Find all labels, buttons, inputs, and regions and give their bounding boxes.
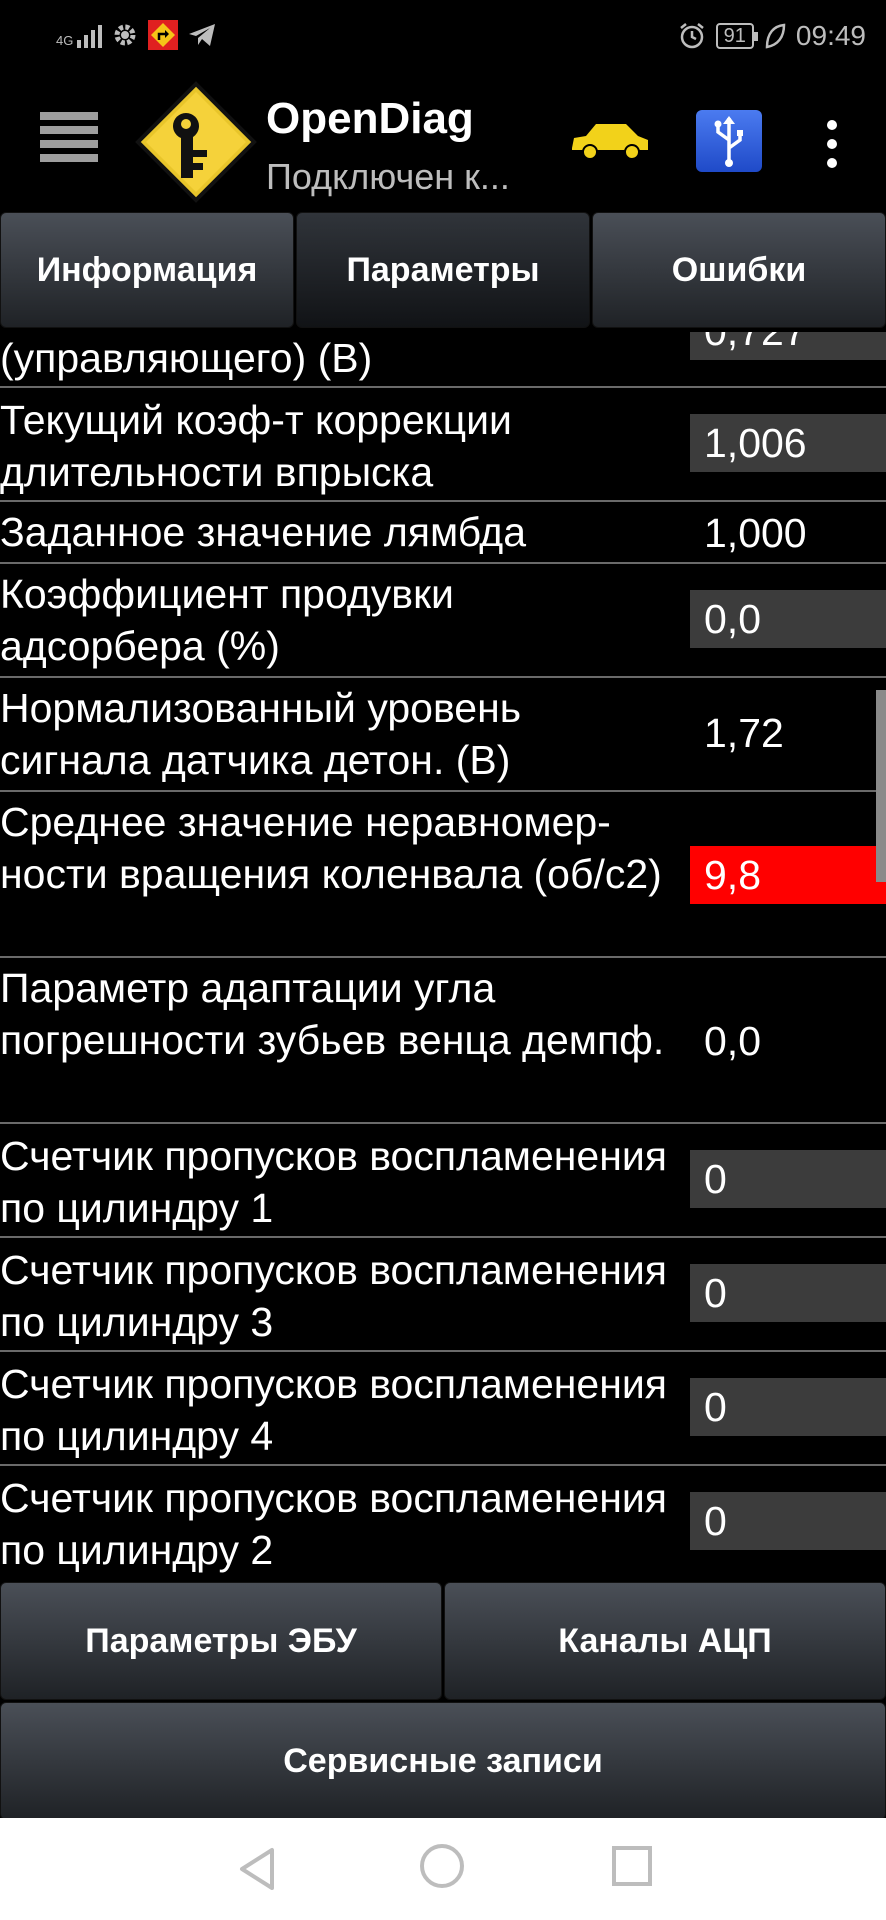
- parameter-value: 0,0: [690, 590, 886, 648]
- list-item: Счетчик пропусков воспламенения по цилин…: [0, 1238, 886, 1352]
- clock: 09:49: [795, 20, 866, 51]
- parameter-value: 0: [690, 1264, 886, 1322]
- tab-errors[interactable]: Ошибки: [592, 212, 886, 328]
- list-item: Заданное значение лямбда 1,000: [0, 502, 886, 564]
- list-item: Среднее значение неравномер-ности вращен…: [0, 792, 886, 958]
- app-bar: OpenDiag Подключен к...: [0, 76, 886, 210]
- parameter-label: Счетчик пропусков воспламенения по цилин…: [0, 1133, 667, 1231]
- list-item: Нормализованный уровень сигнала датчика …: [0, 678, 886, 792]
- gear-icon: [114, 24, 136, 46]
- parameter-list[interactable]: (управляющего) (В) 0,727 Текущий коэф-т …: [0, 332, 886, 1576]
- nav-home-icon[interactable]: [420, 1844, 464, 1888]
- system-nav-bar: [0, 1818, 886, 1920]
- nav-back-icon[interactable]: [234, 1844, 284, 1894]
- usb-connection-button[interactable]: [696, 110, 762, 172]
- status-left: 4G: [56, 20, 216, 50]
- network-type: 4G: [56, 33, 74, 48]
- parameter-label: Счетчик пропусков воспламенения по цилин…: [0, 1475, 667, 1573]
- more-icon[interactable]: [822, 120, 842, 168]
- tab-info[interactable]: Информация: [0, 212, 294, 328]
- list-item: (управляющего) (В) 0,727: [0, 332, 886, 388]
- status-right: 91 09:49: [678, 20, 866, 52]
- list-item: Коэффициент продувки адсорбера (%) 0,0: [0, 564, 886, 678]
- parameter-value: 0: [690, 1492, 886, 1550]
- scrollbar[interactable]: [876, 690, 886, 882]
- parameter-value: 1,72: [704, 710, 784, 756]
- tab-bar: Информация Параметры Ошибки: [0, 210, 886, 330]
- nav-recent-icon[interactable]: [612, 1846, 652, 1886]
- tab-parameters[interactable]: Параметры: [296, 212, 590, 328]
- list-item: Счетчик пропусков воспламенения по цилин…: [0, 1466, 886, 1576]
- signal-icon: 4G: [56, 22, 103, 48]
- list-item: Счетчик пропусков воспламенения по цилин…: [0, 1352, 886, 1466]
- battery-icon: 91: [715, 23, 759, 49]
- service-records-button[interactable]: Сервисные записи: [0, 1702, 886, 1820]
- adc-channels-button[interactable]: Каналы АЦП: [444, 1582, 886, 1700]
- parameter-label: Счетчик пропусков воспламенения по цилин…: [0, 1361, 667, 1459]
- list-item: Параметр адаптации угла погрешности зубь…: [0, 958, 886, 1124]
- parameter-value: 0,727: [690, 332, 886, 360]
- parameter-label: Счетчик пропусков воспламенения по цилин…: [0, 1247, 667, 1345]
- list-item: Счетчик пропусков воспламенения по цилин…: [0, 1124, 886, 1238]
- parameter-value-alarm: 9,8: [690, 846, 886, 904]
- car-icon[interactable]: [568, 118, 652, 162]
- status-bar: 4G 91 09:49: [0, 0, 886, 76]
- opendiag-logo-icon: [135, 81, 257, 203]
- parameter-label: Заданное значение лямбда: [0, 509, 527, 555]
- parameter-label: Текущий коэф-т коррекции длительности вп…: [0, 397, 512, 495]
- parameter-label: Параметр адаптации угла погрешности зубь…: [0, 965, 665, 1063]
- parameter-label: Коэффициент продувки адсорбера (%): [0, 571, 454, 669]
- parameter-value: 1,006: [690, 414, 886, 472]
- parameter-value: 1,000: [704, 510, 807, 556]
- parameter-value: 0: [690, 1378, 886, 1436]
- parameter-value: 0: [690, 1150, 886, 1208]
- usb-icon: [714, 116, 743, 167]
- route-sign-icon: [148, 20, 179, 50]
- app-title: OpenDiag: [266, 94, 474, 143]
- alarm-icon: [679, 23, 704, 49]
- leaf-icon: [765, 23, 786, 49]
- parameter-label: Нормализованный уровень сигнала датчика …: [0, 685, 522, 783]
- parameter-label: (управляющего) (В): [0, 335, 373, 381]
- connection-status: Подключен к...: [266, 156, 510, 197]
- parameter-value: 0,0: [704, 1018, 761, 1064]
- ecu-params-button[interactable]: Параметры ЭБУ: [0, 1582, 442, 1700]
- telegram-icon: [189, 24, 216, 46]
- parameter-label: Среднее значение неравномер-ности вращен…: [0, 799, 662, 897]
- list-item: Текущий коэф-т коррекции длительности вп…: [0, 388, 886, 502]
- menu-icon[interactable]: [40, 108, 102, 174]
